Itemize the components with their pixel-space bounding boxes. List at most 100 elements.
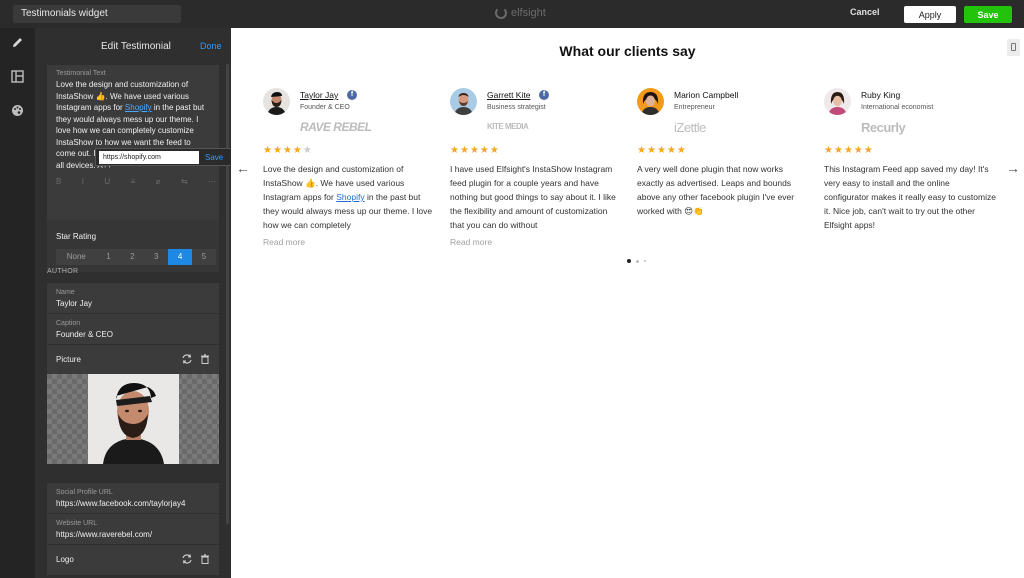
arrow-left-icon[interactable]: ← <box>236 161 250 175</box>
mobile-device-icon[interactable] <box>1007 39 1020 56</box>
social-value[interactable]: https://www.facebook.com/taylorjay4 <box>56 499 185 508</box>
replace-icon[interactable] <box>182 354 192 364</box>
preview-title: What our clients say <box>559 43 696 59</box>
arrow-right-icon[interactable]: → <box>1006 161 1020 175</box>
icon-rail: ? <box>0 28 35 578</box>
star-rating: ★ ★ ★ ★ ★ <box>637 146 686 156</box>
company-logo[interactable]: RAVE REBEL <box>300 120 372 134</box>
author-name[interactable]: Taylor Jay <box>300 90 338 100</box>
testimonial-card: Taylor Jay f Founder & CEO RAVE REBEL ★ … <box>263 86 438 286</box>
name-value[interactable]: Taylor Jay <box>56 299 92 308</box>
author-caption: Business strategist <box>487 104 546 111</box>
author-caption: Entrepreneur <box>674 104 715 111</box>
star-icon: ★ <box>656 145 666 156</box>
caption-value[interactable]: Founder & CEO <box>56 330 113 339</box>
star-icon: ★ <box>272 145 282 156</box>
author-name: Ruby King <box>861 90 901 100</box>
widget-preview: What our clients say ← → Taylor Jay f Fo… <box>231 28 1024 578</box>
caption-field[interactable]: Caption Founder & CEO <box>47 314 219 344</box>
name-field[interactable]: Name Taylor Jay <box>47 283 219 313</box>
link-save-button[interactable]: Save <box>205 153 223 162</box>
avatar <box>450 88 477 115</box>
website-label: Website URL <box>56 520 98 527</box>
unlink-icon[interactable]: ⇆ <box>181 177 188 186</box>
replace-icon[interactable] <box>182 554 192 564</box>
elfsight-logo-icon <box>495 7 507 19</box>
logo-label: Logo <box>56 555 74 564</box>
link-editor-popup: Save <box>95 148 231 166</box>
rating-option-2[interactable]: 2 <box>120 249 144 265</box>
format-toolbar: B I U ≡ ⌀ ⇆ ⋯ <box>56 177 216 186</box>
star-icon: ★ <box>637 145 646 156</box>
pagination-dots <box>627 259 646 263</box>
pagination-dot[interactable] <box>636 259 639 263</box>
list-icon[interactable]: ≡ <box>131 177 136 186</box>
panel-title: Edit Testimonial <box>101 41 171 52</box>
facebook-icon[interactable]: f <box>347 90 357 100</box>
star-icon: ★ <box>292 145 302 156</box>
author-section-title: AUTHOR <box>47 268 79 275</box>
company-logo[interactable]: KITE MEDIA <box>487 122 529 131</box>
star-icon: ★ <box>459 145 469 156</box>
company-logo: Recurly <box>861 120 906 135</box>
facebook-icon[interactable]: f <box>539 90 549 100</box>
star-icon: ★ <box>263 145 272 156</box>
brand-logo: elfsight <box>495 7 546 19</box>
star-icon: ★ <box>833 145 843 156</box>
bold-icon[interactable]: B <box>56 177 61 186</box>
trash-icon[interactable] <box>200 554 210 564</box>
website-value[interactable]: https://www.raverebel.com/ <box>56 530 152 539</box>
rating-option-3[interactable]: 3 <box>144 249 168 265</box>
pagination-dot[interactable] <box>644 260 646 262</box>
edit-panel: Edit Testimonial Done Testimonial Text L… <box>35 28 231 578</box>
save-button[interactable]: Save <box>964 6 1012 23</box>
star-icon: ★ <box>843 145 853 156</box>
apply-button[interactable]: Apply <box>904 6 956 23</box>
testimonial-card: Ruby King International economist Recurl… <box>824 86 999 286</box>
author-name[interactable]: Garrett Kite <box>487 90 530 100</box>
rating-option-none[interactable]: None <box>56 249 97 265</box>
testimonial-text: I have used Elfsight's InstaShow Instagr… <box>450 164 616 230</box>
testimonial-text-label: Testimonial Text <box>56 70 106 77</box>
author-caption: Founder & CEO <box>300 104 350 111</box>
palette-icon[interactable] <box>11 104 24 117</box>
trash-icon[interactable] <box>200 354 210 364</box>
social-label: Social Profile URL <box>56 489 113 496</box>
rating-selector: None 1 2 3 4 5 <box>56 249 216 265</box>
rating-option-4[interactable]: 4 <box>168 249 193 265</box>
avatar <box>637 88 664 115</box>
more-icon[interactable]: ⋯ <box>208 177 216 186</box>
star-icon: ★ <box>646 145 656 156</box>
social-profile-field[interactable]: Social Profile URL https://www.facebook.… <box>47 483 219 513</box>
author-caption: International economist <box>861 104 934 111</box>
link-url-input[interactable] <box>99 150 199 164</box>
caption-label: Caption <box>56 320 81 327</box>
done-button[interactable]: Done <box>200 41 222 51</box>
shopify-link[interactable]: Shopify <box>125 103 152 112</box>
read-more-link[interactable]: Read more <box>263 237 305 247</box>
read-more-link[interactable]: Read more <box>450 237 492 247</box>
star-icon: ★ <box>489 145 499 156</box>
rating-option-5[interactable]: 5 <box>192 249 216 265</box>
picture-label: Picture <box>56 355 81 364</box>
star-rating: ★ ★ ★ ★ ★ <box>263 146 312 156</box>
logo-field: Logo <box>47 545 219 575</box>
pagination-dot[interactable] <box>627 259 631 263</box>
website-field[interactable]: Website URL https://www.raverebel.com/ <box>47 514 219 544</box>
link-icon[interactable]: ⌀ <box>156 177 161 186</box>
star-icon: ★ <box>666 145 676 156</box>
picture-actions <box>182 354 210 364</box>
underline-icon[interactable]: U <box>104 177 110 186</box>
rating-option-1[interactable]: 1 <box>97 249 121 265</box>
shopify-link[interactable]: Shopify <box>336 192 364 202</box>
widget-title-field[interactable]: Testimonials widget <box>13 5 181 23</box>
layout-icon[interactable] <box>11 70 24 83</box>
pencil-icon[interactable] <box>11 36 24 49</box>
cancel-button[interactable]: Cancel <box>850 7 880 17</box>
panel-scrollbar[interactable] <box>226 64 229 524</box>
star-icon: ★ <box>450 145 459 156</box>
testimonial-card: Marion Campbell Entrepreneur iZettle ★ ★… <box>637 86 812 286</box>
testimonial-text-field[interactable]: Testimonial Text Love the design and cus… <box>47 65 219 220</box>
brand-name: elfsight <box>511 7 546 19</box>
italic-icon[interactable]: I <box>82 177 84 186</box>
